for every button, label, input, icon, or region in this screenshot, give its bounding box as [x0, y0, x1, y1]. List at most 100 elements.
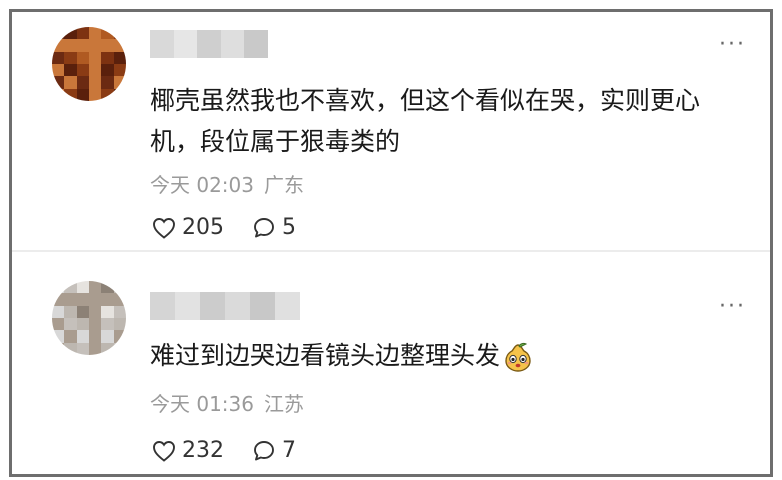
avatar-mosaic [52, 27, 126, 101]
mosaic-cell [113, 281, 126, 294]
username-blur-cell [173, 30, 198, 58]
like-button[interactable]: 205 [152, 215, 224, 240]
comment-actions: 232 7 [152, 438, 296, 463]
mosaic-cell [76, 39, 89, 52]
mosaic-cell [52, 76, 65, 89]
pear-face-emoji [505, 342, 531, 372]
mosaic-cell [88, 305, 102, 318]
reply-button[interactable]: 7 [252, 438, 296, 463]
mosaic-cell [76, 63, 89, 77]
mosaic-cell [113, 27, 126, 40]
comment-meta: 今天 01:36 江苏 [150, 388, 304, 417]
reply-count: 5 [282, 215, 296, 240]
mosaic-cell [52, 330, 65, 343]
mosaic-cell [101, 281, 114, 294]
like-button[interactable]: 232 [152, 438, 224, 463]
username-blur-cell [197, 30, 221, 58]
mosaic-cell [88, 342, 102, 355]
mosaic-cell [76, 88, 89, 101]
mosaic-cell [101, 76, 114, 89]
mosaic-cell [64, 342, 77, 355]
mosaic-cell [101, 342, 114, 355]
comment-location: 广东 [264, 173, 304, 197]
mosaic-cell [88, 39, 102, 52]
comment-text: 难过到边哭边看镜头边整理头发 [150, 335, 740, 376]
mosaic-cell [101, 305, 114, 318]
comment-item: ··· 难过到边哭边看镜头边整理头发 今天 01:36 江苏 232 7 [12, 250, 770, 476]
mosaic-cell [76, 330, 89, 343]
comment-time: 今天 02:03 [150, 173, 254, 197]
mosaic-cell [88, 293, 102, 306]
mosaic-cell [52, 39, 65, 52]
mosaic-cell [88, 51, 102, 64]
avatar[interactable] [52, 281, 126, 355]
like-count: 232 [182, 438, 224, 463]
mosaic-cell [64, 39, 77, 52]
mosaic-cell [64, 88, 77, 101]
mosaic-cell [52, 281, 65, 294]
like-count: 205 [182, 215, 224, 240]
mosaic-cell [76, 293, 89, 306]
mosaic-cell [113, 342, 126, 355]
mosaic-cell [52, 51, 65, 64]
mosaic-cell [76, 27, 89, 40]
mosaic-cell [88, 281, 102, 294]
mosaic-cell [52, 88, 65, 101]
mosaic-cell [88, 76, 102, 89]
mosaic-cell [101, 39, 114, 52]
username-blurred[interactable] [150, 292, 300, 320]
mosaic-cell [113, 51, 126, 64]
mosaic-cell [101, 27, 114, 40]
mosaic-cell [113, 63, 126, 77]
comment-bubble-icon [254, 217, 274, 237]
reply-count: 7 [282, 438, 296, 463]
heart-outline-icon [153, 440, 175, 462]
mosaic-cell [113, 39, 126, 52]
username-blur-cell [200, 292, 225, 320]
mosaic-cell [113, 305, 126, 318]
username-blur-cell [150, 30, 174, 58]
mosaic-cell [101, 330, 114, 343]
avatar[interactable] [52, 27, 126, 101]
mosaic-cell [113, 88, 126, 101]
comment-item: ··· 椰壳虽然我也不喜欢，但这个看似在哭，实则更心机，段位属于狠毒类的 今天 … [12, 12, 770, 250]
username-blurred[interactable] [150, 30, 268, 58]
comment-text-content: 难过到边哭边看镜头边整理头发 [150, 341, 501, 370]
username-blur-cell [175, 292, 200, 320]
mosaic-cell [64, 51, 77, 64]
mosaic-cell [88, 63, 102, 77]
more-dots-icon[interactable]: ··· [719, 296, 746, 318]
mosaic-cell [52, 342, 65, 355]
mosaic-cell [76, 317, 89, 331]
mosaic-cell [76, 342, 89, 355]
mosaic-cell [64, 76, 77, 89]
username-blur-cell [244, 30, 268, 58]
mosaic-cell [64, 27, 77, 40]
mosaic-cell [64, 293, 77, 306]
mosaic-cell [113, 76, 126, 89]
mosaic-cell [101, 293, 114, 306]
mosaic-cell [52, 27, 65, 40]
mosaic-cell [113, 293, 126, 306]
comment-location: 江苏 [264, 392, 304, 416]
more-dots-icon[interactable]: ··· [719, 34, 746, 56]
comment-time: 今天 01:36 [150, 392, 254, 416]
mosaic-cell [101, 88, 114, 101]
mosaic-cell [101, 317, 114, 331]
comment-bubble-icon [254, 440, 274, 460]
mosaic-cell [88, 330, 102, 343]
mosaic-cell [76, 281, 89, 294]
mosaic-cell [76, 76, 89, 89]
mosaic-cell [64, 281, 77, 294]
comment-meta: 今天 02:03 广东 [150, 169, 304, 198]
mosaic-cell [113, 330, 126, 343]
mosaic-cell [88, 317, 102, 331]
mosaic-cell [64, 305, 77, 318]
mosaic-cell [52, 293, 65, 306]
username-blur-cell [250, 292, 275, 320]
mosaic-cell [64, 63, 77, 77]
username-blur-cell [225, 292, 250, 320]
heart-outline-icon [153, 217, 175, 239]
avatar-mosaic [52, 281, 126, 355]
reply-button[interactable]: 5 [252, 215, 296, 240]
